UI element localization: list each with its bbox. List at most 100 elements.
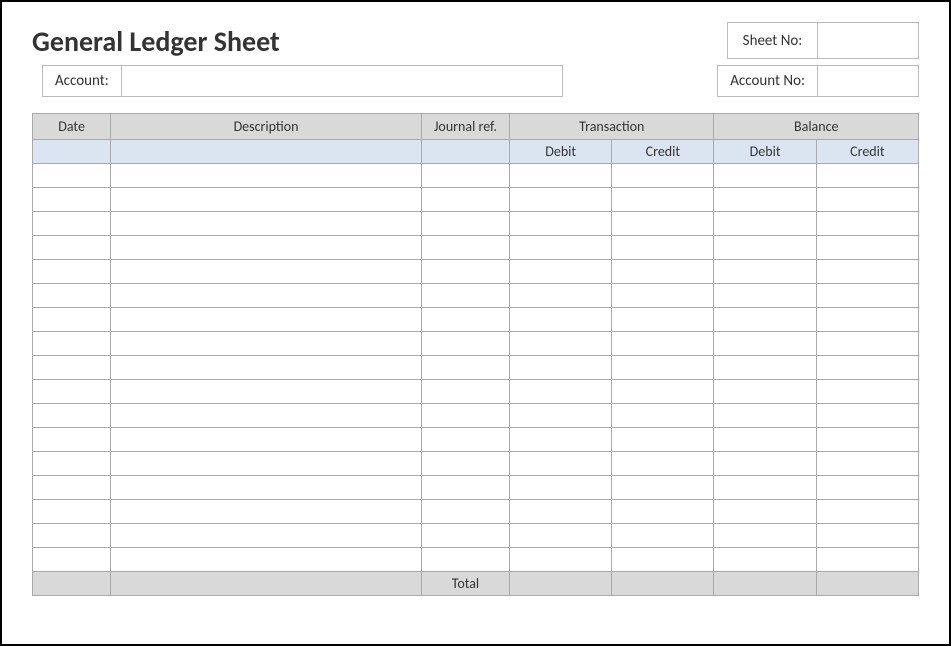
cell-tx_credit[interactable]: [612, 476, 714, 500]
cell-description[interactable]: [111, 260, 422, 284]
cell-bal_credit[interactable]: [816, 524, 918, 548]
cell-bal_credit[interactable]: [816, 284, 918, 308]
cell-description[interactable]: [111, 404, 422, 428]
cell-bal_debit[interactable]: [714, 524, 816, 548]
cell-date[interactable]: [33, 212, 111, 236]
cell-date[interactable]: [33, 452, 111, 476]
cell-journal_ref[interactable]: [421, 284, 509, 308]
cell-journal_ref[interactable]: [421, 380, 509, 404]
cell-bal_credit[interactable]: [816, 212, 918, 236]
cell-journal_ref[interactable]: [421, 404, 509, 428]
cell-tx_debit[interactable]: [510, 236, 612, 260]
cell-tx_debit[interactable]: [510, 500, 612, 524]
cell-tx_credit[interactable]: [612, 428, 714, 452]
cell-tx_credit[interactable]: [612, 260, 714, 284]
cell-date[interactable]: [33, 260, 111, 284]
cell-bal_debit[interactable]: [714, 548, 816, 572]
cell-bal_debit[interactable]: [714, 380, 816, 404]
cell-tx_credit[interactable]: [612, 212, 714, 236]
cell-description[interactable]: [111, 164, 422, 188]
cell-tx_debit[interactable]: [510, 524, 612, 548]
cell-description[interactable]: [111, 308, 422, 332]
cell-journal_ref[interactable]: [421, 236, 509, 260]
cell-bal_credit[interactable]: [816, 404, 918, 428]
cell-tx_credit[interactable]: [612, 308, 714, 332]
cell-description[interactable]: [111, 500, 422, 524]
cell-tx_debit[interactable]: [510, 356, 612, 380]
cell-bal_credit[interactable]: [816, 332, 918, 356]
cell-bal_credit[interactable]: [816, 548, 918, 572]
cell-tx_credit[interactable]: [612, 548, 714, 572]
cell-journal_ref[interactable]: [421, 548, 509, 572]
cell-tx_debit[interactable]: [510, 260, 612, 284]
cell-bal_debit[interactable]: [714, 284, 816, 308]
cell-tx_credit[interactable]: [612, 164, 714, 188]
cell-tx_credit[interactable]: [612, 524, 714, 548]
cell-date[interactable]: [33, 524, 111, 548]
cell-description[interactable]: [111, 548, 422, 572]
cell-description[interactable]: [111, 284, 422, 308]
cell-date[interactable]: [33, 236, 111, 260]
cell-date[interactable]: [33, 548, 111, 572]
cell-journal_ref[interactable]: [421, 332, 509, 356]
cell-bal_credit[interactable]: [816, 188, 918, 212]
cell-bal_credit[interactable]: [816, 500, 918, 524]
cell-journal_ref[interactable]: [421, 188, 509, 212]
cell-date[interactable]: [33, 380, 111, 404]
cell-tx_debit[interactable]: [510, 476, 612, 500]
cell-journal_ref[interactable]: [421, 428, 509, 452]
cell-description[interactable]: [111, 524, 422, 548]
cell-bal_credit[interactable]: [816, 308, 918, 332]
cell-bal_debit[interactable]: [714, 500, 816, 524]
cell-date[interactable]: [33, 284, 111, 308]
cell-tx_debit[interactable]: [510, 212, 612, 236]
cell-bal_debit[interactable]: [714, 164, 816, 188]
cell-date[interactable]: [33, 164, 111, 188]
cell-bal_debit[interactable]: [714, 476, 816, 500]
cell-journal_ref[interactable]: [421, 212, 509, 236]
cell-journal_ref[interactable]: [421, 524, 509, 548]
cell-bal_credit[interactable]: [816, 356, 918, 380]
cell-bal_credit[interactable]: [816, 164, 918, 188]
cell-tx_debit[interactable]: [510, 332, 612, 356]
cell-tx_debit[interactable]: [510, 548, 612, 572]
cell-tx_debit[interactable]: [510, 308, 612, 332]
cell-tx_credit[interactable]: [612, 404, 714, 428]
cell-date[interactable]: [33, 332, 111, 356]
cell-bal_debit[interactable]: [714, 188, 816, 212]
cell-tx_debit[interactable]: [510, 188, 612, 212]
cell-tx_credit[interactable]: [612, 356, 714, 380]
account-no-field[interactable]: [818, 66, 918, 96]
cell-journal_ref[interactable]: [421, 260, 509, 284]
cell-bal_credit[interactable]: [816, 236, 918, 260]
cell-description[interactable]: [111, 212, 422, 236]
cell-date[interactable]: [33, 404, 111, 428]
cell-date[interactable]: [33, 500, 111, 524]
cell-date[interactable]: [33, 356, 111, 380]
cell-tx_credit[interactable]: [612, 332, 714, 356]
cell-bal_debit[interactable]: [714, 356, 816, 380]
cell-bal_debit[interactable]: [714, 308, 816, 332]
cell-description[interactable]: [111, 188, 422, 212]
cell-date[interactable]: [33, 188, 111, 212]
cell-bal_credit[interactable]: [816, 260, 918, 284]
cell-journal_ref[interactable]: [421, 476, 509, 500]
cell-journal_ref[interactable]: [421, 308, 509, 332]
cell-tx_debit[interactable]: [510, 284, 612, 308]
cell-journal_ref[interactable]: [421, 164, 509, 188]
cell-bal_debit[interactable]: [714, 260, 816, 284]
cell-bal_debit[interactable]: [714, 236, 816, 260]
cell-tx_debit[interactable]: [510, 164, 612, 188]
cell-tx_debit[interactable]: [510, 452, 612, 476]
cell-bal_credit[interactable]: [816, 428, 918, 452]
cell-description[interactable]: [111, 380, 422, 404]
cell-tx_debit[interactable]: [510, 428, 612, 452]
cell-journal_ref[interactable]: [421, 356, 509, 380]
cell-bal_debit[interactable]: [714, 452, 816, 476]
cell-date[interactable]: [33, 428, 111, 452]
cell-description[interactable]: [111, 476, 422, 500]
cell-tx_credit[interactable]: [612, 380, 714, 404]
cell-tx_debit[interactable]: [510, 404, 612, 428]
cell-journal_ref[interactable]: [421, 500, 509, 524]
cell-tx_debit[interactable]: [510, 380, 612, 404]
